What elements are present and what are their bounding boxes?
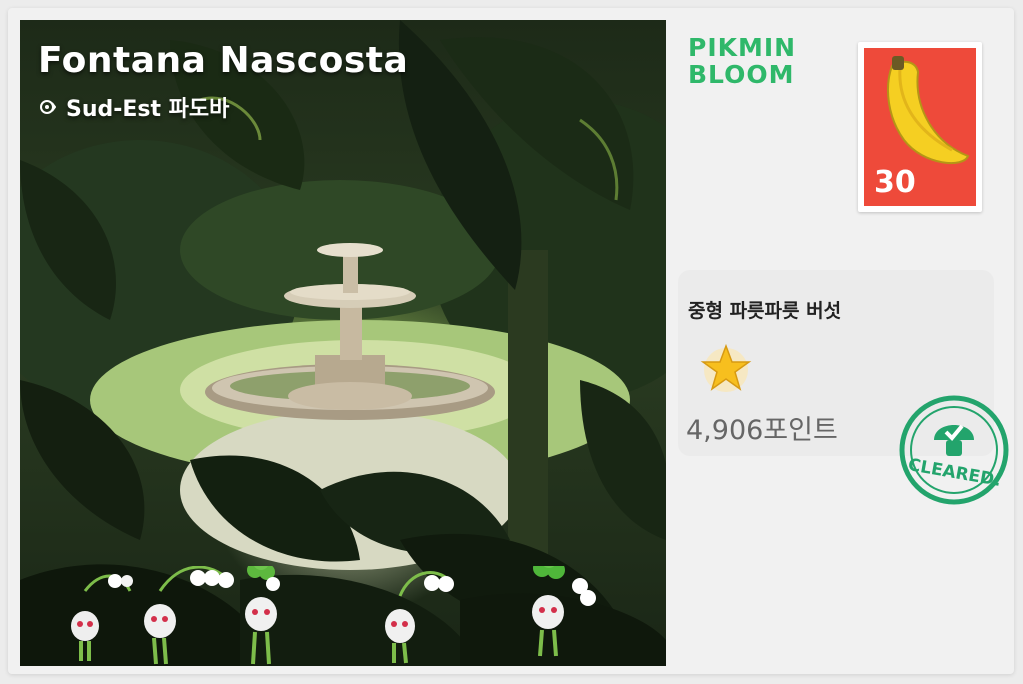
banana-icon [887, 56, 970, 165]
logo-line-1: PIKMIN [688, 33, 797, 62]
postcard-title: Fontana Nascosta [38, 40, 409, 81]
star-icon [700, 343, 752, 392]
pikmin-group [60, 552, 660, 666]
pikmin-icon [144, 565, 234, 665]
logo-line-2: BLOOM [688, 60, 795, 89]
pikmin-icon [71, 574, 133, 661]
cleared-label: CLEARED! [907, 455, 1004, 491]
pikmin-icon [385, 571, 454, 664]
location-pin-icon [40, 100, 56, 114]
location-label: Sud-Est 파도바 [66, 97, 230, 122]
pikmin-icon [245, 554, 280, 665]
mushroom-name: 중형 파릇파릇 버섯 [688, 300, 842, 322]
mushroom-icon [934, 424, 974, 456]
cleared-badge: CLEARED! [899, 395, 1009, 505]
pikmin-icons [71, 552, 596, 665]
pikmin-icon [532, 552, 596, 657]
points-label: 4,906포인트 [686, 415, 838, 446]
postcard-photo: Fontana Nascosta Sud-Est 파도바 [20, 20, 666, 666]
title-block: Fontana Nascosta Sud-Est 파도바 [38, 40, 408, 123]
pikmin-bloom-logo: PIKMIN BLOOM [688, 34, 796, 88]
location-line: Sud-Est 파도바 [38, 91, 408, 123]
stamp-value: 30 [874, 165, 916, 200]
postage-stamp: 30 [858, 42, 982, 212]
stamp-face: 30 [864, 48, 976, 206]
